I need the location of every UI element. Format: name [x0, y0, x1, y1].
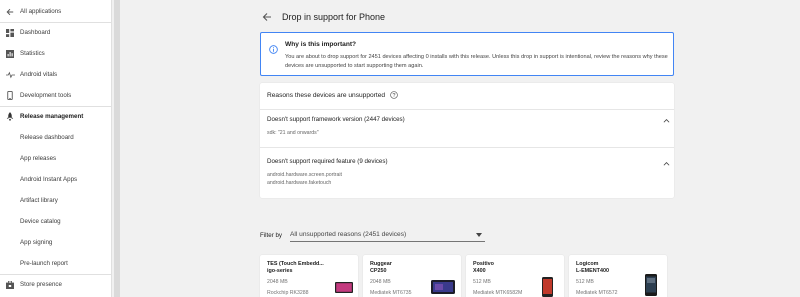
chevron-up-icon[interactable] [662, 159, 670, 167]
device-chipset: Mediatek MTK6582M [473, 290, 523, 296]
device-card[interactable]: Positivo X400 512 MB Mediatek MTK6582M [466, 255, 564, 297]
device-card[interactable]: Ruggear CP250 2048 MB Mediatek MT6735 [363, 255, 461, 297]
sidebar-item-label: Development tools [20, 92, 72, 99]
device-list: TES (Touch Embedd... igo-series 2048 MB R… [260, 255, 667, 297]
device-name: Positivo X400 [473, 261, 494, 274]
sidebar-item-label: Statistics [20, 50, 45, 57]
reason-title: Doesn't support required feature (9 devi… [267, 158, 388, 165]
device-ram: 2048 MB [370, 279, 391, 285]
sidebar-item-store-presence[interactable]: Store presence [0, 274, 112, 295]
help-icon[interactable] [390, 91, 398, 99]
dropdown-arrow-icon [476, 232, 483, 237]
statistics-icon [0, 49, 20, 58]
device-chipset: Mediatek MT6735 [370, 290, 412, 296]
sidebar-item-app-releases[interactable]: App releases [0, 148, 112, 169]
filter-dropdown[interactable]: All unsupported reasons (2451 devices) [290, 229, 486, 242]
tablet-image [335, 280, 353, 297]
sidebar-item-dashboard[interactable]: Dashboard [0, 22, 112, 43]
sidebar-item-label: Release management [20, 113, 84, 120]
page-header: Drop in support for Phone [260, 9, 385, 25]
tablet-image [431, 280, 455, 297]
device-name: Ruggear CP250 [370, 261, 392, 274]
sidebar-item-android-instant-apps[interactable]: Android Instant Apps [0, 169, 112, 190]
sidebar-item-development-tools[interactable]: Development tools [0, 85, 112, 106]
device-name: Logicom L-EMENT400 [576, 261, 609, 274]
chevron-up-icon[interactable] [662, 116, 670, 124]
info-icon [269, 41, 278, 59]
sidebar-item-app-signing[interactable]: App signing [0, 232, 112, 253]
device-chipset: Rockchip RK3288 [267, 290, 309, 296]
reasons-card: Reasons these devices are unsupported Do… [260, 83, 674, 198]
device-card[interactable]: TES (Touch Embedd... igo-series 2048 MB R… [260, 255, 358, 297]
sidebar-item-label: Device catalog [20, 218, 61, 225]
sidebar-item-statistics[interactable]: Statistics [0, 43, 112, 64]
device-ram: 2048 MB [267, 279, 288, 285]
filter-row: Filter by All unsupported reasons (2451 … [260, 228, 486, 242]
device-name: TES (Touch Embedd... igo-series [267, 261, 324, 274]
back-arrow-icon[interactable] [260, 10, 274, 24]
phone-image [542, 277, 553, 297]
sidebar-item-device-catalog[interactable]: Device catalog [0, 211, 112, 232]
sidebar-item-label: App signing [20, 239, 53, 246]
reason-detail: android.hardware.faketouch [267, 180, 332, 186]
sidebar-item-label: Dashboard [20, 29, 51, 36]
info-banner: Why is this important? You are about to … [260, 32, 674, 76]
divider [260, 109, 674, 110]
sidebar-item-label: All applications [20, 8, 62, 15]
divider [260, 147, 674, 148]
reason-title: Doesn't support framework version (2447 … [267, 116, 405, 123]
dashboard-icon [0, 28, 20, 37]
main-content: Drop in support for Phone Why is this im… [120, 0, 800, 297]
sidebar-item-label: Android Instant Apps [20, 176, 78, 183]
phone-image [645, 274, 657, 297]
reasons-header: Reasons these devices are unsupported [267, 90, 398, 100]
device-ram: 512 MB [473, 279, 491, 285]
reason-detail: sdk: "21 and onwards" [267, 130, 319, 136]
sidebar-item-label: Release dashboard [20, 134, 74, 141]
all-applications-link[interactable]: All applications [0, 1, 112, 22]
sidebar-item-label: Store presence [20, 281, 62, 288]
phone-icon [0, 91, 20, 100]
sidebar-item-release-management[interactable]: Release management [0, 106, 112, 127]
store-icon [0, 280, 20, 289]
sidebar-item-label: Pre-launch report [20, 260, 68, 267]
sidebar-item-label: Android vitals [20, 71, 58, 78]
info-title: Why is this important? [285, 41, 357, 48]
sidebar-item-android-vitals[interactable]: Android vitals [0, 64, 112, 85]
vitals-icon [0, 71, 20, 79]
sidebar-item-artifact-library[interactable]: Artifact library [0, 190, 112, 211]
device-ram: 512 MB [576, 279, 594, 285]
back-arrow-icon [0, 8, 20, 16]
sidebar-item-label: Artifact library [20, 197, 58, 204]
device-chipset: Mediatek MT6572 [576, 290, 618, 296]
rocket-icon [0, 112, 20, 121]
page-title: Drop in support for Phone [282, 12, 386, 22]
sidebar: All applications Dashboard Statistics An… [0, 0, 112, 297]
sidebar-item-label: App releases [20, 155, 57, 162]
filter-selected-value: All unsupported reasons (2451 devices) [290, 231, 407, 238]
sidebar-item-pre-launch-report[interactable]: Pre-launch report [0, 253, 112, 274]
reasons-header-text: Reasons these devices are unsupported [267, 91, 386, 99]
sidebar-item-release-dashboard[interactable]: Release dashboard [0, 127, 112, 148]
reason-detail: android.hardware.screen.portrait [267, 172, 342, 178]
filter-label: Filter by [260, 231, 283, 239]
info-body: You are about to drop support for 2451 d… [285, 54, 668, 69]
device-card[interactable]: Logicom L-EMENT400 512 MB Mediatek MT6572 [569, 255, 667, 297]
